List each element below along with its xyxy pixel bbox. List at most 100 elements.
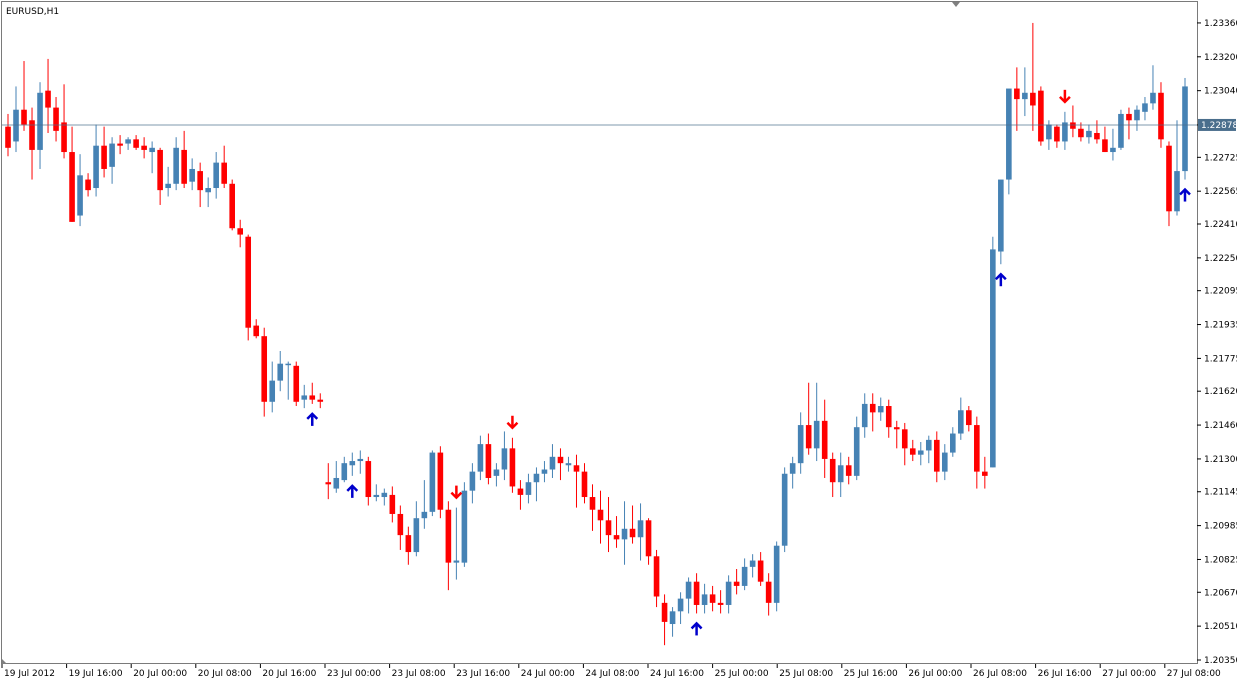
candle xyxy=(1094,120,1100,144)
candle-body xyxy=(885,406,892,428)
candle xyxy=(597,490,604,544)
y-tick-label: 1.21935 xyxy=(1204,321,1237,331)
candle-body xyxy=(813,420,820,449)
candle xyxy=(941,444,948,481)
candle-body xyxy=(181,149,187,184)
candle-body xyxy=(869,403,876,413)
candle-body xyxy=(998,179,1004,252)
candle xyxy=(301,384,308,409)
candle-body xyxy=(1166,145,1172,212)
candle-body xyxy=(117,143,123,146)
candle xyxy=(1118,109,1124,150)
x-tick-label: 25 Jul 08:00 xyxy=(779,669,833,679)
chart-shift-marker[interactable] xyxy=(952,2,960,7)
candle-body xyxy=(565,463,572,466)
candle-body xyxy=(581,471,588,498)
candle xyxy=(741,558,748,591)
candle-body xyxy=(717,602,724,605)
candle xyxy=(693,573,700,614)
candle xyxy=(773,541,780,612)
candle-body xyxy=(557,456,564,464)
candle-body xyxy=(509,448,516,487)
current-price-label: 1.22878 xyxy=(1201,121,1237,131)
candle xyxy=(1086,124,1092,144)
candle xyxy=(309,382,316,404)
candle-body xyxy=(645,520,652,557)
candle-body xyxy=(373,494,380,498)
candle-body xyxy=(357,458,364,462)
candle xyxy=(77,154,83,227)
x-tick-label: 26 Jul 08:00 xyxy=(973,669,1027,679)
x-tick-label: 25 Jul 16:00 xyxy=(844,669,898,679)
candle xyxy=(421,480,428,529)
candle xyxy=(717,590,724,614)
candle-body xyxy=(1078,128,1084,138)
candle-body xyxy=(1030,92,1036,106)
candle-body xyxy=(533,473,540,483)
candle xyxy=(389,486,396,523)
sell-arrow-icon xyxy=(506,415,519,430)
candle xyxy=(205,177,211,208)
candle-body xyxy=(685,581,692,599)
candle-body xyxy=(709,594,716,603)
candle xyxy=(909,439,916,462)
candle-body xyxy=(749,560,756,567)
x-tick-label: 24 Jul 08:00 xyxy=(585,669,639,679)
candle-body xyxy=(381,492,388,498)
candle-body xyxy=(333,477,340,489)
candle xyxy=(565,456,572,472)
y-tick-label: 1.23040 xyxy=(1204,87,1237,97)
candle xyxy=(589,484,596,531)
candle-body xyxy=(669,611,676,625)
candle xyxy=(253,319,260,339)
candle-body xyxy=(661,602,668,622)
candle-body xyxy=(317,399,324,402)
candle xyxy=(141,137,147,159)
candle-body xyxy=(653,556,660,597)
candle xyxy=(813,382,820,462)
candle-body xyxy=(805,425,812,449)
candle xyxy=(749,554,756,578)
candlestick-chart: EURUSD,H1 1.23360 1.23200 1.23040 1.22725 1.… xyxy=(1,1,1237,679)
candle xyxy=(958,397,964,440)
candle-body xyxy=(621,528,628,540)
candle-body xyxy=(958,410,964,434)
candle xyxy=(429,450,436,517)
candle xyxy=(861,393,868,438)
candle-body xyxy=(741,566,748,586)
candle-body xyxy=(821,420,828,459)
y-tick-label: 1.22410 xyxy=(1204,220,1237,230)
candle-body xyxy=(1126,113,1132,121)
candle xyxy=(53,97,59,142)
candle-body xyxy=(445,509,452,563)
candle xyxy=(1014,67,1020,131)
candle xyxy=(61,84,67,159)
candle xyxy=(453,507,460,580)
plot-frame xyxy=(1,1,1198,664)
candle xyxy=(37,82,43,169)
buy-arrow-icon xyxy=(994,272,1007,287)
candle xyxy=(373,484,380,502)
candle xyxy=(797,412,804,474)
candle xyxy=(990,236,996,468)
y-tick-label: 1.21775 xyxy=(1204,354,1237,364)
candle-body xyxy=(405,535,412,553)
candle-body xyxy=(13,109,19,142)
candle xyxy=(821,399,828,478)
candle xyxy=(853,416,860,481)
candle-body xyxy=(301,395,308,400)
y-tick-label: 1.20670 xyxy=(1204,588,1237,598)
candle xyxy=(982,456,988,489)
candle xyxy=(269,361,276,413)
candle xyxy=(757,552,764,586)
candle-body xyxy=(197,171,203,191)
candle xyxy=(221,145,227,189)
candle-body xyxy=(733,581,740,586)
candle xyxy=(445,501,452,591)
candle-body xyxy=(229,183,235,229)
candle xyxy=(1006,88,1012,195)
y-tick-label: 1.22725 xyxy=(1204,153,1237,163)
candle xyxy=(525,473,532,504)
y-tick-label: 1.20510 xyxy=(1204,622,1237,632)
candle-body xyxy=(485,444,492,478)
